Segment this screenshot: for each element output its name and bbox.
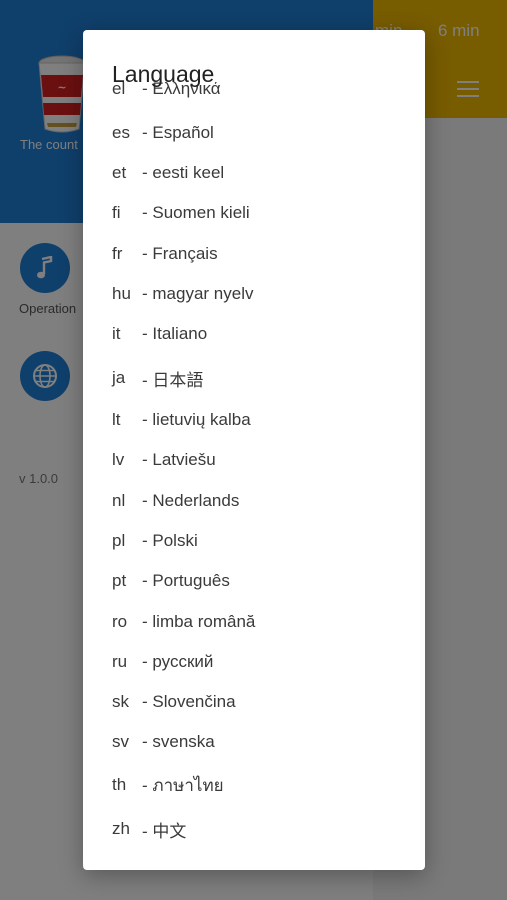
language-code: et bbox=[112, 163, 127, 182]
language-option-ro[interactable]: ro - limba română bbox=[83, 602, 425, 642]
language-name: - Français bbox=[142, 244, 218, 263]
language-option-ja[interactable]: ja - 日本語 bbox=[83, 358, 425, 398]
language-name: - русский bbox=[142, 652, 214, 671]
language-code: fi bbox=[112, 203, 121, 222]
language-option-sv[interactable]: sv - svenska bbox=[83, 722, 425, 762]
language-dialog: Language el - Ελληνικά es - Español et -… bbox=[83, 30, 425, 870]
language-code: ja bbox=[112, 368, 126, 387]
language-code: fr bbox=[112, 244, 123, 263]
language-code: hu bbox=[112, 284, 131, 303]
language-code: pt bbox=[112, 571, 127, 590]
language-name: - 日本語 bbox=[142, 370, 204, 390]
language-list[interactable]: el - Ελληνικά es - Español et - eesti ke… bbox=[83, 82, 425, 870]
language-code: pl bbox=[112, 531, 126, 550]
language-option-et[interactable]: et - eesti keel bbox=[83, 153, 425, 193]
language-option-ru[interactable]: ru - русский bbox=[83, 642, 425, 682]
language-code: lt bbox=[112, 410, 121, 429]
dialog-title: Language bbox=[112, 61, 215, 87]
language-option-th[interactable]: th - ภาษาไทย bbox=[83, 765, 425, 805]
language-code: sv bbox=[112, 732, 129, 751]
language-name: - Slovenčina bbox=[142, 692, 236, 711]
language-name: - Latviešu bbox=[142, 450, 216, 469]
language-option-es[interactable]: es - Español bbox=[83, 113, 425, 153]
language-code: nl bbox=[112, 491, 126, 510]
language-code: sk bbox=[112, 692, 129, 711]
language-option-fr[interactable]: fr - Français bbox=[83, 234, 425, 274]
language-code: ro bbox=[112, 612, 128, 631]
language-option-sk[interactable]: sk - Slovenčina bbox=[83, 682, 425, 722]
language-name: - Polski bbox=[142, 531, 198, 550]
language-code: es bbox=[112, 123, 130, 142]
language-name: - ภาษาไทย bbox=[142, 775, 224, 795]
language-name: - Suomen kieli bbox=[142, 203, 250, 222]
language-option-pt[interactable]: pt - Português bbox=[83, 561, 425, 601]
language-option-it[interactable]: it - Italiano bbox=[83, 314, 425, 354]
language-option-hu[interactable]: hu - magyar nyelv bbox=[83, 274, 425, 314]
language-name: - lietuvių kalba bbox=[142, 410, 251, 429]
language-name: - magyar nyelv bbox=[142, 284, 254, 303]
language-code: ru bbox=[112, 652, 128, 671]
language-option-zh[interactable]: zh - 中文 bbox=[83, 809, 425, 849]
language-code: th bbox=[112, 775, 127, 794]
language-option-lt[interactable]: lt - lietuvių kalba bbox=[83, 400, 425, 440]
language-name: - Nederlands bbox=[142, 491, 240, 510]
language-name: - 中文 bbox=[142, 821, 187, 841]
language-option-lv[interactable]: lv - Latviešu bbox=[83, 440, 425, 480]
language-code: it bbox=[112, 324, 121, 343]
language-name: - limba română bbox=[142, 612, 256, 631]
language-option-nl[interactable]: nl - Nederlands bbox=[83, 481, 425, 521]
language-name: - Português bbox=[142, 571, 230, 590]
language-option-fi[interactable]: fi - Suomen kieli bbox=[83, 193, 425, 233]
language-code: zh bbox=[112, 819, 130, 838]
language-name: - svenska bbox=[142, 732, 215, 751]
language-name: - Español bbox=[142, 123, 214, 142]
language-code: lv bbox=[112, 450, 125, 469]
language-name: - eesti keel bbox=[142, 163, 225, 182]
language-name: - Italiano bbox=[142, 324, 208, 343]
language-option-pl[interactable]: pl - Polski bbox=[83, 521, 425, 561]
